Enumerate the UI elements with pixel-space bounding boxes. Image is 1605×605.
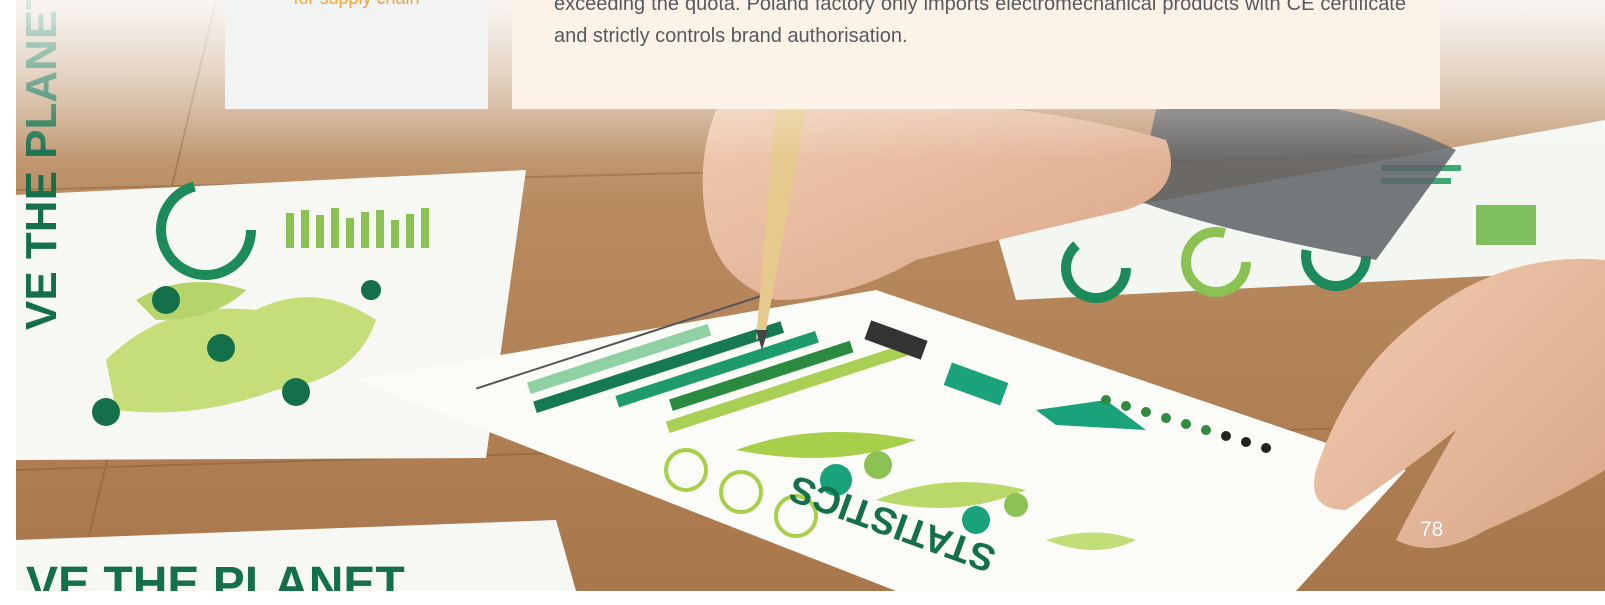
- supply-chain-label: for supply chain: [225, 0, 488, 9]
- left-info-card: for supply chain: [225, 0, 488, 109]
- save-the-planet-bottom-text: VE THE PLANET: [26, 558, 405, 591]
- right-info-card: exceeding the quota. Poland factory only…: [512, 0, 1440, 109]
- bottom-infographic-paper: VE THE PLANET: [16, 520, 576, 591]
- page-number: 78: [1420, 518, 1444, 541]
- card-body-text: exceeding the quota. Poland factory only…: [554, 0, 1406, 47]
